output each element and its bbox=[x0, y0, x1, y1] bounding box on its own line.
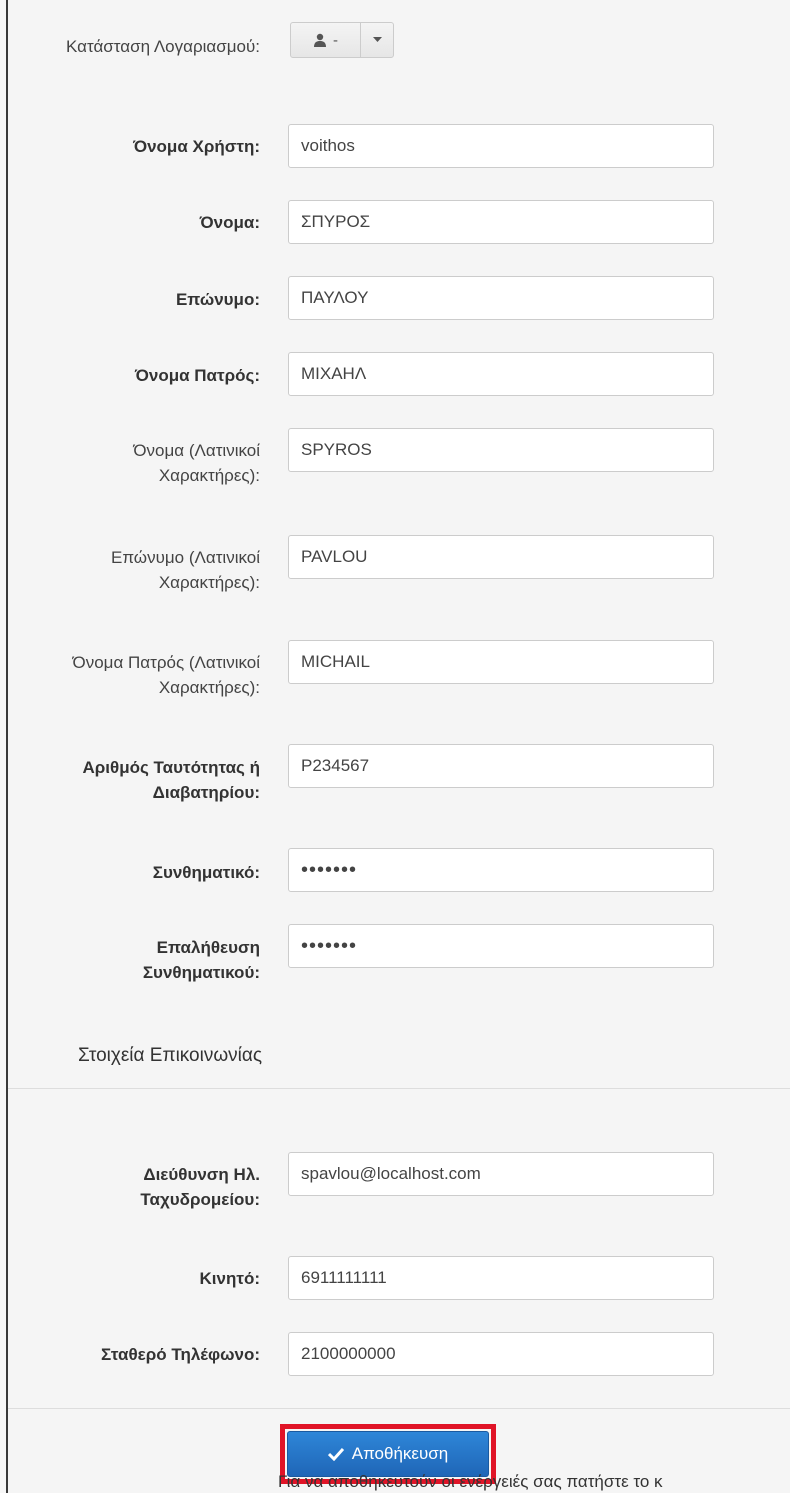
password-input[interactable] bbox=[288, 848, 714, 892]
account-status-label: Κατάσταση Λογαριασμού: bbox=[66, 37, 260, 56]
password-confirm-label: Επαλήθευση Συνθηματικού: bbox=[142, 938, 260, 982]
checkmark-icon bbox=[327, 1447, 344, 1461]
mobile-input[interactable] bbox=[288, 1256, 714, 1300]
first-name-input[interactable] bbox=[288, 200, 714, 244]
last-name-latin-input[interactable] bbox=[288, 535, 714, 579]
father-name-input[interactable] bbox=[288, 352, 714, 396]
mobile-label: Κινητό: bbox=[199, 1269, 260, 1288]
last-name-input[interactable] bbox=[288, 276, 714, 320]
first-name-latin-label: Όνομα (Λατινικοί Χαρακτήρες): bbox=[133, 441, 260, 485]
landline-input[interactable] bbox=[288, 1332, 714, 1376]
account-status-dropdown[interactable]: - bbox=[290, 22, 394, 58]
caret-down-icon[interactable] bbox=[361, 23, 393, 57]
id-number-input[interactable] bbox=[288, 744, 714, 788]
account-status-value: - bbox=[333, 31, 338, 49]
last-name-latin-label: Επώνυμο (Λατινικοί Χαρακτήρες): bbox=[110, 548, 260, 592]
contact-section-title: Στοιχεία Επικοινωνίας bbox=[78, 1045, 263, 1066]
section-divider bbox=[8, 1088, 790, 1089]
username-input[interactable] bbox=[288, 124, 714, 168]
save-button[interactable]: Αποθήκευση bbox=[287, 1431, 489, 1477]
father-name-label: Όνομα Πατρός: bbox=[134, 366, 260, 385]
first-name-label: Όνομα: bbox=[199, 213, 260, 232]
password-label: Συνθηματικό: bbox=[152, 863, 260, 882]
save-instructions-text: Για να αποθηκευτούν οι ενέργειές σας πατ… bbox=[278, 1472, 663, 1491]
landline-label: Σταθερό Τηλέφωνο: bbox=[100, 1345, 260, 1364]
user-icon bbox=[314, 33, 326, 47]
save-button-label: Αποθήκευση bbox=[351, 1444, 449, 1463]
footer-divider bbox=[8, 1408, 790, 1409]
father-name-latin-input[interactable] bbox=[288, 640, 714, 684]
account-status-button[interactable]: - bbox=[291, 23, 361, 57]
father-name-latin-label: Όνομα Πατρός (Λατινικοί Χαρακτήρες): bbox=[72, 653, 260, 697]
username-label: Όνομα Χρήστη: bbox=[133, 137, 260, 156]
last-name-label: Επώνυμο: bbox=[175, 290, 260, 309]
id-number-label: Αριθμός Ταυτότητας ή Διαβατηρίου: bbox=[82, 758, 260, 802]
first-name-latin-input[interactable] bbox=[288, 428, 714, 472]
email-label: Διεύθυνση Ηλ. Ταχυδρομείου: bbox=[140, 1165, 260, 1209]
email-input[interactable] bbox=[288, 1152, 714, 1196]
password-confirm-input[interactable] bbox=[288, 924, 714, 968]
user-form-panel: Κατάσταση Λογαριασμού: - Όνομα Χρήστη: Ό… bbox=[8, 0, 790, 1493]
